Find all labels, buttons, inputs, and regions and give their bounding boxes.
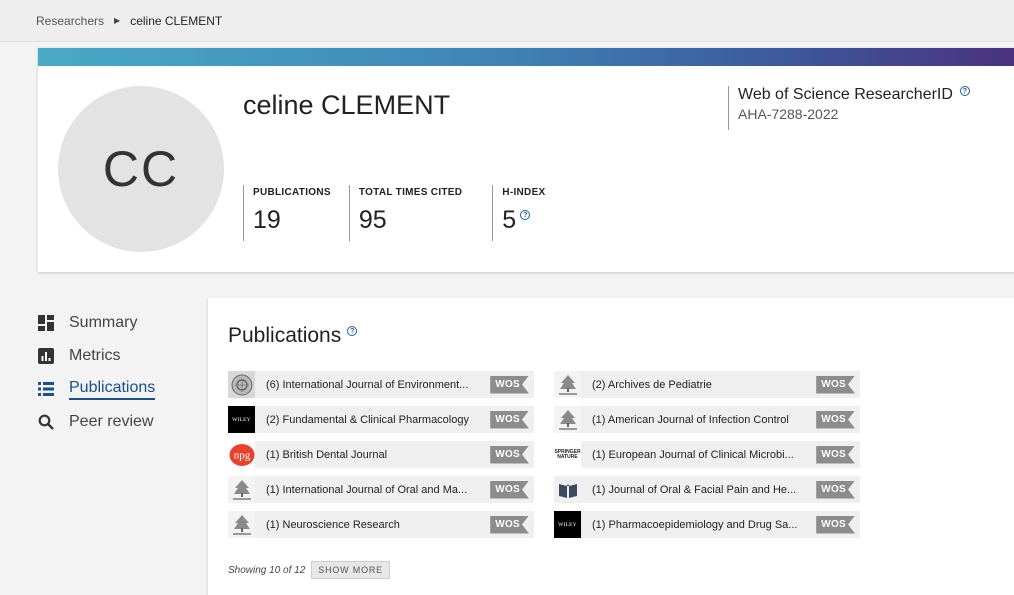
breadcrumb-researchers-link[interactable]: Researchers xyxy=(36,14,104,28)
wos-badge: WOS xyxy=(816,375,855,394)
publication-item[interactable]: npg (1) British Dental Journal WOS xyxy=(228,441,534,468)
ijerph-logo-icon xyxy=(228,371,255,398)
researcher-id-block: Web of Science ResearcherID ? AHA-7288-2… xyxy=(728,86,970,130)
wos-badge: WOS xyxy=(490,375,529,394)
wos-badge: WOS xyxy=(816,410,855,429)
nature-logo-text: NATURE xyxy=(557,453,578,460)
bar-chart-icon xyxy=(38,348,54,364)
publication-title: (2) Fundamental & Clinical Pharmacology xyxy=(266,413,469,426)
metric-times-cited: TOTAL TIMES CITED 95 xyxy=(348,185,463,241)
metric-label: H-INDEX xyxy=(502,187,546,198)
metric-value: 19 xyxy=(253,206,281,234)
elsevier-logo-icon xyxy=(228,476,255,503)
metric-publications: PUBLICATIONS 19 xyxy=(243,185,331,241)
profile-card: CC celine CLEMENT Web of Science Researc… xyxy=(38,48,1014,272)
publication-title: (1) International Journal of Oral and Ma… xyxy=(266,483,468,496)
publication-title: (1) American Journal of Infection Contro… xyxy=(592,413,789,426)
researcher-id-title: Web of Science ResearcherID xyxy=(738,86,953,103)
researcher-name: celine CLEMENT xyxy=(243,90,451,120)
publication-item[interactable]: (1) Journal of Oral & Facial Pain and He… xyxy=(554,476,860,503)
publication-item[interactable]: (1) American Journal of Infection Contro… xyxy=(554,406,860,433)
profile-banner xyxy=(38,48,1014,66)
publication-title: (6) International Journal of Environment… xyxy=(266,378,469,391)
nav-label: Publications xyxy=(69,379,156,400)
wiley-logo-icon: WILEY xyxy=(554,511,581,538)
nav-label: Peer review xyxy=(69,413,154,430)
publications-list: (6) International Journal of Environment… xyxy=(228,371,860,538)
wos-badge: WOS xyxy=(816,480,855,499)
metric-value: 5 xyxy=(502,206,517,234)
chevron-right-icon: ▶ xyxy=(114,16,121,25)
npg-logo-text: npg xyxy=(233,449,250,461)
help-icon[interactable]: ? xyxy=(959,86,970,96)
metrics-row: PUBLICATIONS 19 TOTAL TIMES CITED 95 H-I… xyxy=(243,185,564,241)
help-icon[interactable]: ? xyxy=(347,326,358,336)
breadcrumb: Researchers ▶ celine CLEMENT xyxy=(0,0,1014,42)
metric-value: 95 xyxy=(358,206,387,234)
list-icon xyxy=(38,382,54,396)
showing-count: Showing 10 of 12 SHOW MORE xyxy=(228,561,390,579)
side-nav: Summary Metrics Publications Peer review xyxy=(38,312,156,444)
avatar-initials: CC xyxy=(102,141,180,197)
book-logo-icon xyxy=(554,476,581,503)
nav-item-metrics[interactable]: Metrics xyxy=(38,345,155,367)
nav-label: Summary xyxy=(69,314,138,331)
elsevier-logo-icon xyxy=(228,511,255,538)
publication-item[interactable]: (1) Neuroscience Research WOS xyxy=(228,511,534,538)
metric-h-index: H-INDEX 5 ? xyxy=(492,185,545,241)
wos-badge: WOS xyxy=(490,480,529,499)
publication-title: (1) Pharmacoepidemiology and Drug Sa... xyxy=(592,518,798,531)
elsevier-logo-icon xyxy=(554,406,581,433)
publication-title: (1) Neuroscience Research xyxy=(266,518,400,531)
wos-badge: WOS xyxy=(490,515,529,534)
nav-item-publications[interactable]: Publications xyxy=(38,378,156,400)
breadcrumb-current: celine CLEMENT xyxy=(130,13,223,28)
publication-title: (1) Journal of Oral & Facial Pain and He… xyxy=(592,483,797,496)
publications-card: Publications ? (6) International Journal… xyxy=(208,298,1014,595)
elsevier-logo-icon xyxy=(554,371,581,398)
publication-title: (1) British Dental Journal xyxy=(266,448,388,461)
showing-text: Showing 10 of 12 xyxy=(228,564,306,576)
metric-label: TOTAL TIMES CITED xyxy=(358,187,463,198)
publications-title: Publications xyxy=(228,324,342,347)
publication-item[interactable]: SPRINGER NATURE (1) European Journal of … xyxy=(554,441,860,468)
publication-title: (1) European Journal of Clinical Microbi… xyxy=(592,448,794,461)
wiley-logo-text: WILEY xyxy=(232,416,251,423)
publication-item[interactable]: WILEY (2) Fundamental & Clinical Pharmac… xyxy=(228,406,534,433)
metric-label: PUBLICATIONS xyxy=(253,187,331,198)
publication-item[interactable]: WILEY (1) Pharmacoepidemiology and Drug … xyxy=(554,511,860,538)
wiley-logo-icon: WILEY xyxy=(228,406,255,433)
search-icon xyxy=(38,414,54,430)
publication-item[interactable]: (6) International Journal of Environment… xyxy=(228,371,534,398)
wos-badge: WOS xyxy=(490,445,529,464)
researcher-id-value: AHA-7288-2022 xyxy=(738,106,839,122)
springer-nature-logo-icon: SPRINGER NATURE xyxy=(554,441,581,468)
publication-item[interactable]: (1) International Journal of Oral and Ma… xyxy=(228,476,534,503)
npg-logo-icon: npg xyxy=(228,441,255,468)
nav-item-summary[interactable]: Summary xyxy=(38,312,155,334)
wos-badge: WOS xyxy=(816,515,855,534)
publications-heading: Publications ? xyxy=(228,324,358,348)
dashboard-icon xyxy=(38,315,54,331)
wos-badge: WOS xyxy=(490,410,529,429)
nav-item-peer-review[interactable]: Peer review xyxy=(38,411,155,433)
help-icon[interactable]: ? xyxy=(520,210,531,220)
wiley-logo-text: WILEY xyxy=(558,521,577,528)
publication-item[interactable]: (2) Archives de Pediatrie WOS xyxy=(554,371,860,398)
publication-title: (2) Archives de Pediatrie xyxy=(592,378,712,391)
avatar: CC xyxy=(58,86,224,252)
wos-badge: WOS xyxy=(816,445,855,464)
nav-label: Metrics xyxy=(69,347,121,364)
show-more-button[interactable]: SHOW MORE xyxy=(311,561,390,579)
